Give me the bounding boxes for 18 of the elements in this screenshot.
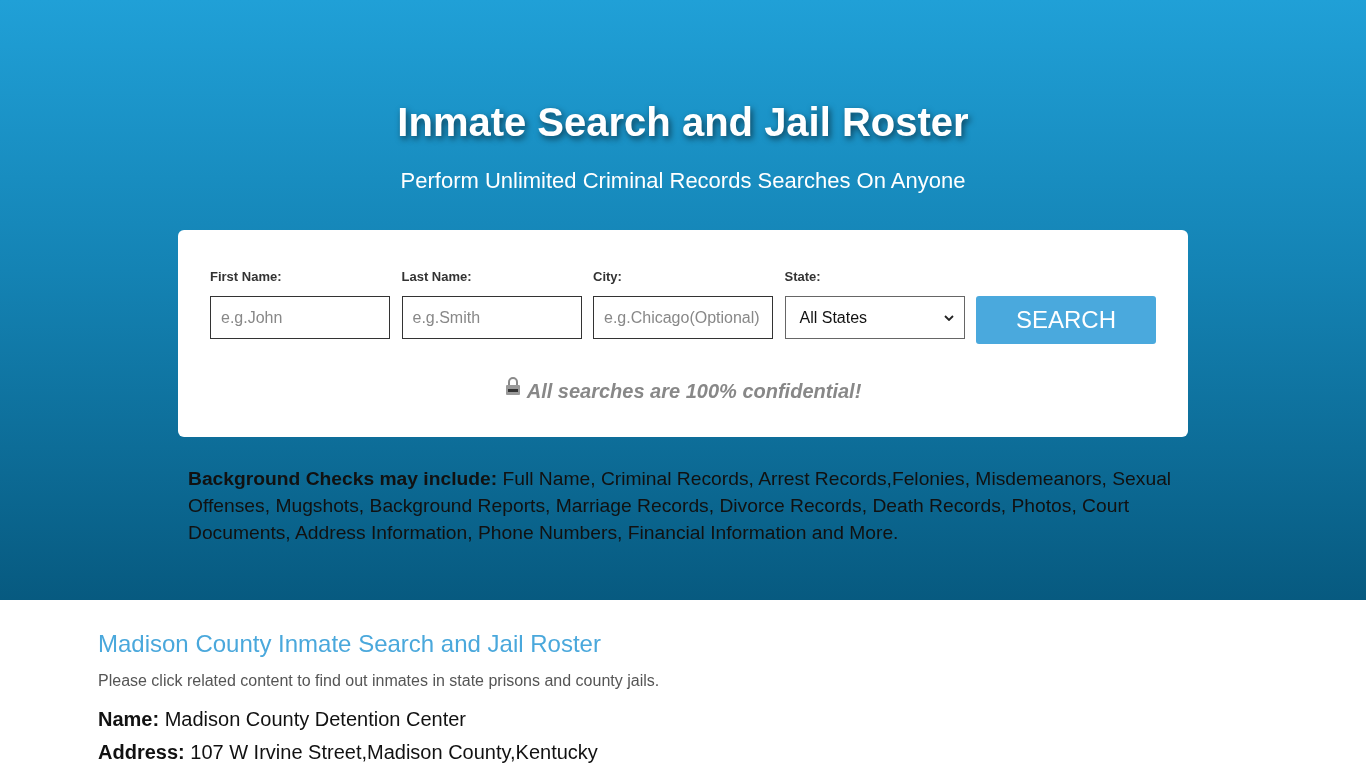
- state-select[interactable]: All States: [784, 296, 965, 339]
- input-field[interactable]: e.g.John: [210, 296, 390, 339]
- section-heading: Madison County Inmate Search and Jail Roster: [98, 629, 602, 659]
- confidential-notice: All searches are 100% confidential!: [526, 379, 862, 403]
- field-label: Last Name:: [401, 269, 472, 285]
- background-checks-text: Background Checks may include: Full Name, Criminal Records, Arrest Records,Felonies, Misdemeanors, Sexual Offenses, Mugshots, Background Reports, Marriage Records, Divorce Records, Death Records, Photos, Court Documents, Address Information, Phone Numbers, Financial Information and More.: [188, 467, 1173, 545]
- lock-icon: [504, 376, 521, 396]
- field-label: State:: [784, 269, 821, 285]
- input-field[interactable]: e.g.Chicago(Optional): [593, 296, 773, 339]
- facility-detail: Address: 107 W Irvine Street,Madison County,Kentucky: [98, 740, 599, 765]
- caret-icon: [943, 314, 954, 321]
- page-title: Inmate Search and Jail Roster: [397, 99, 969, 146]
- facility-detail: Name: Madison County Detention Center: [98, 707, 467, 732]
- field-label: City:: [593, 269, 622, 285]
- field-label: First Name:: [210, 269, 282, 285]
- page-subtitle: Perform Unlimited Criminal Records Searches On Anyone: [400, 167, 966, 195]
- intro-text: Please click related content to find out inmates in state prisons and county jails.: [98, 671, 661, 691]
- input-field[interactable]: e.g.Smith: [401, 296, 582, 339]
